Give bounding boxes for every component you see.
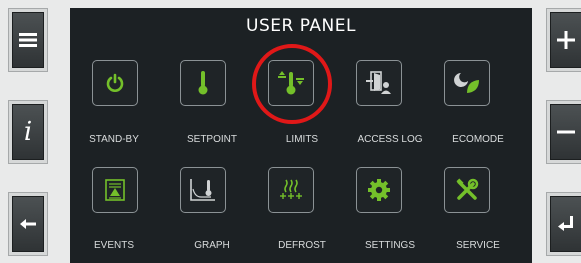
graph-label: GRAPH bbox=[194, 240, 230, 251]
panel-title: USER PANEL bbox=[246, 16, 356, 36]
door-user-icon bbox=[366, 71, 391, 94]
defrost-button[interactable] bbox=[268, 167, 314, 213]
limits-label: LIMITS bbox=[285, 134, 319, 145]
settings-label: SETTINGS bbox=[364, 240, 415, 251]
alarm-list-icon bbox=[105, 179, 125, 201]
setpoint-tile[interactable] bbox=[158, 60, 246, 160]
back-button[interactable] bbox=[8, 192, 48, 256]
graph-button[interactable] bbox=[180, 167, 226, 213]
ecomode-label: ECOMODE bbox=[452, 134, 504, 145]
enter-button[interactable] bbox=[546, 192, 581, 256]
defrost-label: DEFROST bbox=[278, 240, 326, 251]
setpoint-label: SETPOINT bbox=[186, 134, 237, 145]
info-icon: i bbox=[23, 117, 33, 147]
gear-icon bbox=[368, 179, 390, 201]
minus-icon bbox=[557, 130, 575, 134]
service-button[interactable] bbox=[444, 167, 490, 213]
defrost-icon bbox=[280, 179, 302, 199]
back-arrow-icon bbox=[20, 219, 36, 229]
access-log-label: ACCESS LOG bbox=[357, 134, 423, 145]
events-button[interactable] bbox=[92, 167, 138, 213]
access-log-tile[interactable] bbox=[334, 60, 422, 160]
temperature-graph-icon bbox=[190, 179, 215, 201]
events-label: EVENTS bbox=[93, 240, 134, 251]
info-button[interactable]: i bbox=[8, 100, 48, 164]
menu-button[interactable] bbox=[8, 8, 48, 72]
moon-leaf-icon bbox=[454, 73, 479, 93]
plus-button[interactable] bbox=[546, 8, 581, 72]
plus-icon bbox=[557, 31, 575, 49]
service-label: SERVICE bbox=[456, 240, 500, 251]
standby-label: STAND-BY bbox=[89, 134, 139, 145]
standby-button[interactable] bbox=[92, 60, 138, 106]
ecomode-button[interactable] bbox=[444, 60, 490, 106]
standby-tile[interactable] bbox=[70, 60, 158, 160]
enter-icon bbox=[558, 216, 573, 231]
highlight-circle bbox=[252, 44, 332, 124]
access-log-button[interactable] bbox=[356, 60, 402, 106]
tools-icon bbox=[456, 178, 479, 200]
thermometer-icon bbox=[198, 71, 208, 95]
ecomode-tile[interactable] bbox=[422, 60, 510, 160]
settings-button[interactable] bbox=[356, 167, 402, 213]
menu-icon bbox=[19, 33, 37, 47]
power-icon bbox=[106, 73, 124, 92]
setpoint-button[interactable] bbox=[180, 60, 226, 106]
minus-button[interactable] bbox=[546, 100, 581, 164]
